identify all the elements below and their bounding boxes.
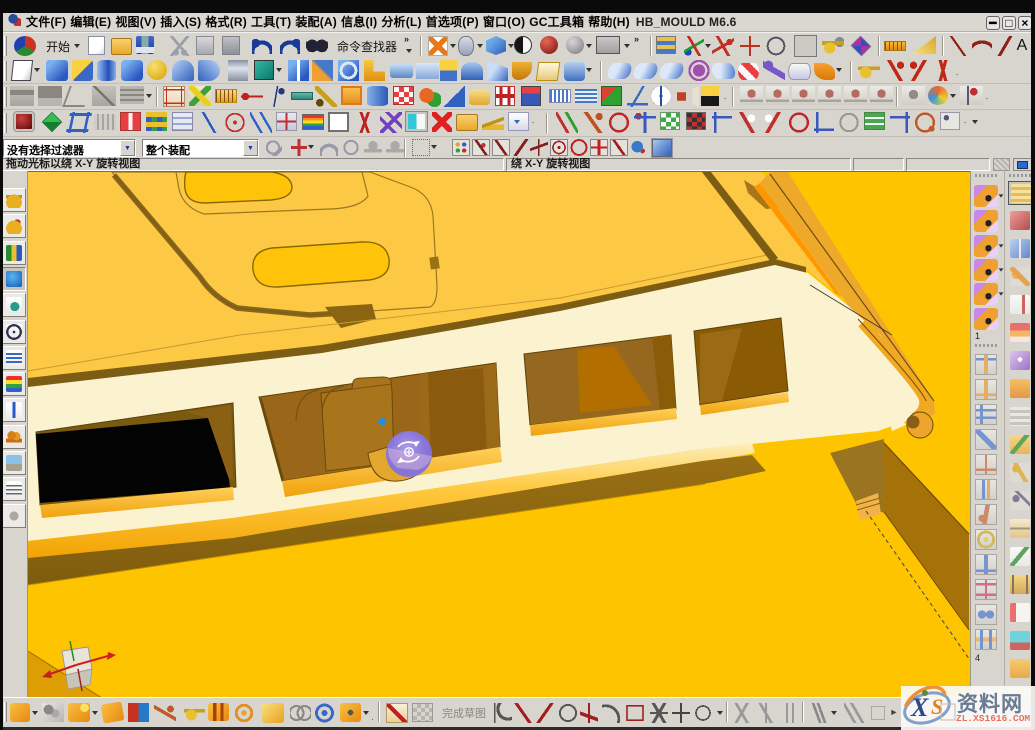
svg-text:X: X [910, 693, 929, 722]
